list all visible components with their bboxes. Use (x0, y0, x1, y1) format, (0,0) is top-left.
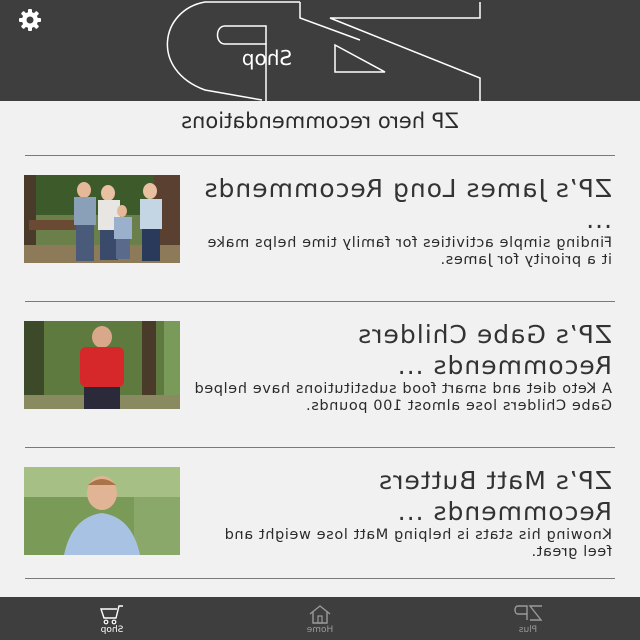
card-description: A Keto diet and smart food substitutions… (193, 381, 612, 414)
divider (25, 447, 615, 448)
card-description: Finding simple activities for family tim… (207, 235, 612, 268)
logo-text: Shop (241, 46, 293, 70)
tab-plus[interactable]: Plus (468, 597, 588, 640)
card-title: ZP’s Gabe Childers Recommends ... (357, 320, 612, 380)
bottom-tab-bar: Shop Home Plus (0, 597, 640, 640)
tab-plus-label: Plus (518, 625, 538, 635)
section-title: ZP hero recommendations (181, 109, 459, 133)
recommendation-card-gabe-childers[interactable]: ZP’s Gabe Childers Recommends ... A Keto… (0, 320, 640, 451)
tab-shop-label: Shop (100, 625, 124, 635)
gear-icon[interactable] (16, 6, 44, 34)
man-red-shirt-photo (24, 321, 180, 409)
tab-home-label: Home (306, 625, 334, 635)
tab-shop[interactable]: Shop (52, 597, 172, 640)
cart-icon (100, 605, 123, 625)
tab-home[interactable]: Home (260, 597, 380, 640)
divider (25, 578, 615, 579)
card-title: ZP’s Matt Butters Recommends ... (378, 466, 612, 526)
zp-logo-icon (166, 1, 481, 101)
zp-plus-icon (514, 605, 543, 621)
recommendation-card-james-long[interactable]: ZP’s James Long Recommends ... Finding s… (0, 174, 640, 305)
card-title: ZP’s James Long Recommends ... (203, 174, 612, 234)
divider (25, 301, 615, 302)
home-icon (309, 605, 331, 624)
divider (25, 155, 615, 156)
family-photo (24, 175, 180, 263)
header-bar: Shop (0, 0, 640, 101)
card-description: Knowing his stats is helping Matt lose w… (224, 527, 612, 560)
man-blue-shirt-photo (24, 467, 180, 555)
